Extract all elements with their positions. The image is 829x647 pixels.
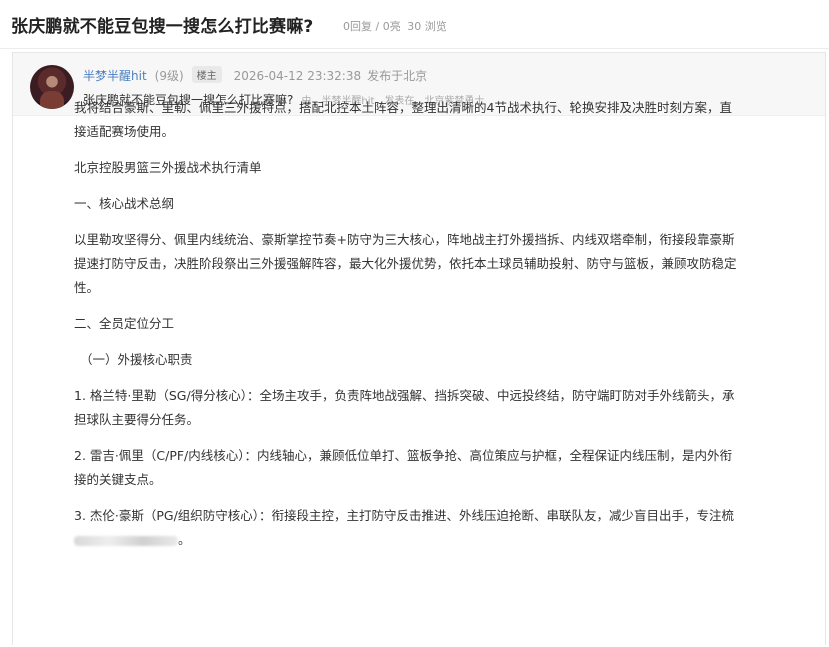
post-body: 我将结合豪斯、里勒、佩里三外援特点，搭配北控本土阵容，整理出清晰的4节战术执行、… bbox=[74, 96, 744, 552]
topic-stats: 0回复 / 0亮 30 浏览 bbox=[343, 18, 447, 34]
post-meta: 半梦半醒hit (9级) 楼主 2026-04-12 23:32:38 发布于北京 bbox=[83, 66, 427, 84]
avatar[interactable] bbox=[30, 65, 74, 109]
intro-line-2: 接适配赛场使用。 bbox=[74, 124, 175, 139]
post-location: 发布于北京 bbox=[367, 69, 428, 83]
list-item: 3. 杰伦·豪斯（PG/组织防守核心）：衔接段主控，主打防守反击推进、外线压迫抢… bbox=[74, 504, 744, 552]
stats-separator: / bbox=[375, 20, 380, 33]
doc-title: 北京控股男篮三外援战术执行清单 bbox=[74, 160, 262, 175]
list-item: 1. 格兰特·里勒（SG/得分核心）：全场主攻手，负责阵地战强解、挡拆突破、中远… bbox=[74, 384, 744, 432]
core-line-3: 性。 bbox=[74, 280, 100, 295]
item1-line-1: 1. 格兰特·里勒（SG/得分核心）：全场主攻手，负责阵地战强解、挡拆突破、中远… bbox=[74, 388, 735, 403]
item3-line-2: 。 bbox=[74, 528, 744, 552]
owner-badge: 楼主 bbox=[191, 66, 222, 83]
reply-count: 0回复 bbox=[343, 20, 372, 33]
core-line-2: 提速打防守反击，决胜阶段祭出三外援强解阵容，最大化外援优势，依托本土球员辅助投射… bbox=[74, 256, 737, 271]
item3-line-1: 3. 杰伦·豪斯（PG/组织防守核心）：衔接段主控，主打防守反击推进、外线压迫抢… bbox=[74, 508, 735, 523]
like-count: 0亮 bbox=[382, 20, 401, 33]
author-name-link[interactable]: 半梦半醒hit bbox=[83, 69, 147, 83]
intro-paragraph: 我将结合豪斯、里勒、佩里三外援特点，搭配北控本土阵容，整理出清晰的4节战术执行、… bbox=[74, 96, 744, 144]
core-tactics-paragraph: 以里勒攻坚得分、佩里内线统治、豪斯掌控节奏+防守为三大核心，阵地战主打外援挡拆、… bbox=[74, 228, 744, 300]
core-line-1: 以里勒攻坚得分、佩里内线统治、豪斯掌控节奏+防守为三大核心，阵地战主打外援挡拆、… bbox=[74, 232, 735, 247]
section-heading-1: 一、核心战术总纲 bbox=[74, 196, 175, 211]
intro-line-1: 我将结合豪斯、里勒、佩里三外援特点，搭配北控本土阵容，整理出清晰的4节战术执行、… bbox=[74, 100, 732, 115]
topic-header: 张庆鹏就不能豆包搜一搜怎么打比赛嘛? 0回复 / 0亮 30 浏览 bbox=[0, 0, 829, 49]
author-level: (9级) bbox=[154, 69, 184, 83]
post-time: 2026-04-12 23:32:38 bbox=[233, 69, 362, 83]
item1-line-2: 担球队主要得分任务。 bbox=[74, 412, 200, 427]
subsection-heading-1: （一）外援核心职责 bbox=[80, 352, 193, 367]
list-item: 2. 雷吉·佩里（C/PF/内线核心）：内线轴心，兼顾低位单打、篮板争抢、高位策… bbox=[74, 444, 744, 492]
section-heading-2: 二、全员定位分工 bbox=[74, 316, 175, 331]
item2-line-2: 接的关键支点。 bbox=[74, 472, 162, 487]
view-count: 30 浏览 bbox=[407, 20, 447, 33]
topic-title: 张庆鹏就不能豆包搜一搜怎么打比赛嘛? bbox=[11, 17, 314, 37]
item2-line-1: 2. 雷吉·佩里（C/PF/内线核心）：内线轴心，兼顾低位单打、篮板争抢、高位策… bbox=[74, 448, 733, 463]
blurred-text bbox=[74, 535, 178, 546]
